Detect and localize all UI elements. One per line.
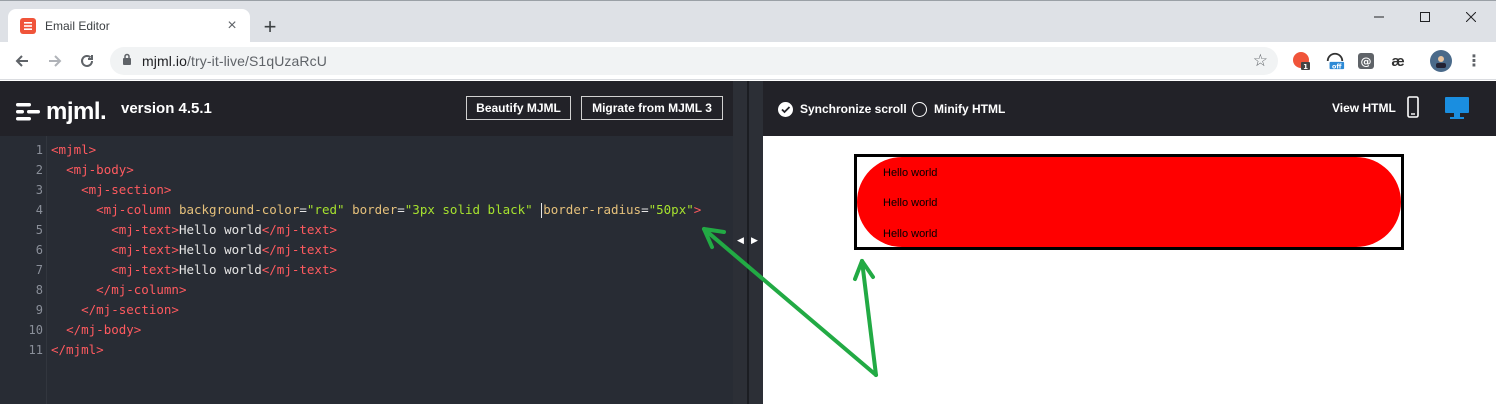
line-number: 11 — [28, 343, 43, 357]
email-column: Hello world Hello world Hello world — [854, 154, 1404, 250]
code-line: <mj-body> — [66, 162, 134, 177]
collapse-right-icon[interactable]: ▶ — [751, 235, 758, 246]
back-button[interactable] — [10, 49, 34, 73]
profile-avatar[interactable] — [1430, 50, 1452, 72]
browser-tab[interactable]: Email Editor × — [8, 9, 250, 43]
collapse-left-icon[interactable]: ◀ — [737, 235, 744, 246]
view-html-button[interactable]: View HTML — [1332, 101, 1396, 115]
line-number: 3 — [35, 183, 43, 197]
code-line: </mj-section> — [81, 302, 179, 317]
version-label: version 4.5.1 — [121, 100, 212, 117]
lock-icon — [122, 52, 132, 70]
line-number: 4 — [35, 203, 43, 217]
line-number: 8 — [35, 283, 43, 297]
line-number: 6 — [35, 243, 43, 257]
new-tab-button[interactable]: + — [258, 15, 282, 39]
email-preview[interactable]: Hello world Hello world Hello world — [763, 136, 1496, 404]
browser-tab-strip: Email Editor × + — [0, 0, 1496, 43]
code-line: </mjml> — [51, 342, 104, 357]
code-line: <mjml> — [51, 142, 97, 157]
email-column-background: Hello world Hello world Hello world — [857, 157, 1401, 247]
code-line: <mj-text>Hello world</mj-text> — [111, 222, 338, 237]
email-text: Hello world — [883, 167, 938, 179]
svg-text:@: @ — [1361, 55, 1372, 68]
line-number: 5 — [35, 223, 43, 237]
line-number: 7 — [35, 263, 43, 277]
bookmark-star-icon[interactable]: ☆ — [1253, 52, 1268, 70]
line-number: 9 — [35, 303, 43, 317]
code-line: <mj-text>Hello world</mj-text> — [111, 242, 338, 257]
sync-scroll-checkbox[interactable] — [778, 102, 793, 117]
tab-close-icon[interactable]: × — [222, 16, 242, 36]
code-line: <mj-column background-color="red" border… — [96, 202, 702, 218]
preview-header: Synchronize scroll Minify HTML View HTML — [763, 81, 1496, 136]
address-bar[interactable]: mjml.io/try-it-live/S1qUzaRcU ☆ — [110, 47, 1278, 75]
desktop-view-icon[interactable] — [1444, 95, 1470, 126]
at-extension-icon[interactable]: @ — [1356, 51, 1376, 71]
mjml-logo-icon — [16, 103, 40, 121]
migrate-button[interactable]: Migrate from MJML 3 — [581, 96, 723, 120]
code-editor[interactable]: 1 2 3 4 5 6 7 8 9 10 11 <mjml> <mj-body>… — [0, 136, 733, 404]
beautify-button[interactable]: Beautify MJML — [466, 96, 571, 120]
rss-extension-icon[interactable]: 1 — [1292, 51, 1312, 71]
mjml-logo[interactable]: mjml. — [16, 98, 107, 126]
url-text: mjml.io/try-it-live/S1qUzaRcU — [142, 53, 327, 69]
line-number: 1 — [35, 143, 43, 157]
logo-text: mjml. — [46, 98, 107, 125]
code-line: </mj-column> — [96, 282, 187, 297]
mobile-view-icon[interactable] — [1407, 96, 1419, 123]
minify-checkbox[interactable] — [912, 102, 927, 117]
minimize-button[interactable] — [1356, 3, 1402, 31]
svg-text:1: 1 — [1303, 63, 1308, 71]
proxy-extension-icon[interactable]: off — [1325, 51, 1345, 71]
browser-toolbar: mjml.io/try-it-live/S1qUzaRcU ☆ 1 off @ … — [0, 42, 1496, 80]
code-line: </mj-body> — [66, 322, 142, 337]
minify-label[interactable]: Minify HTML — [934, 102, 1005, 116]
close-window-button[interactable] — [1448, 3, 1494, 31]
reload-button[interactable] — [75, 49, 99, 73]
splitter-bar — [747, 81, 749, 404]
email-text: Hello world — [883, 197, 938, 209]
browser-menu-icon[interactable]: ⋮ — [1464, 51, 1484, 71]
checkmark-icon — [781, 106, 791, 114]
ae-extension-icon[interactable]: æ — [1388, 51, 1408, 71]
pane-splitter[interactable]: ◀ ▶ — [733, 81, 763, 404]
sync-scroll-label[interactable]: Synchronize scroll — [800, 102, 907, 116]
email-text: Hello world — [883, 228, 938, 240]
forward-button[interactable] — [43, 49, 67, 73]
code-line: <mj-text>Hello world</mj-text> — [111, 262, 338, 277]
line-number: 2 — [35, 163, 43, 177]
line-number-gutter: 1 2 3 4 5 6 7 8 9 10 11 — [0, 136, 47, 404]
editor-header: mjml. version 4.5.1 Beautify MJML Migrat… — [0, 81, 733, 136]
mjml-favicon-icon — [20, 18, 36, 34]
tab-title: Email Editor — [45, 19, 110, 33]
line-number: 10 — [28, 323, 43, 337]
svg-text:off: off — [1332, 63, 1342, 70]
code-line: <mj-section> — [81, 182, 172, 197]
maximize-button[interactable] — [1402, 3, 1448, 31]
